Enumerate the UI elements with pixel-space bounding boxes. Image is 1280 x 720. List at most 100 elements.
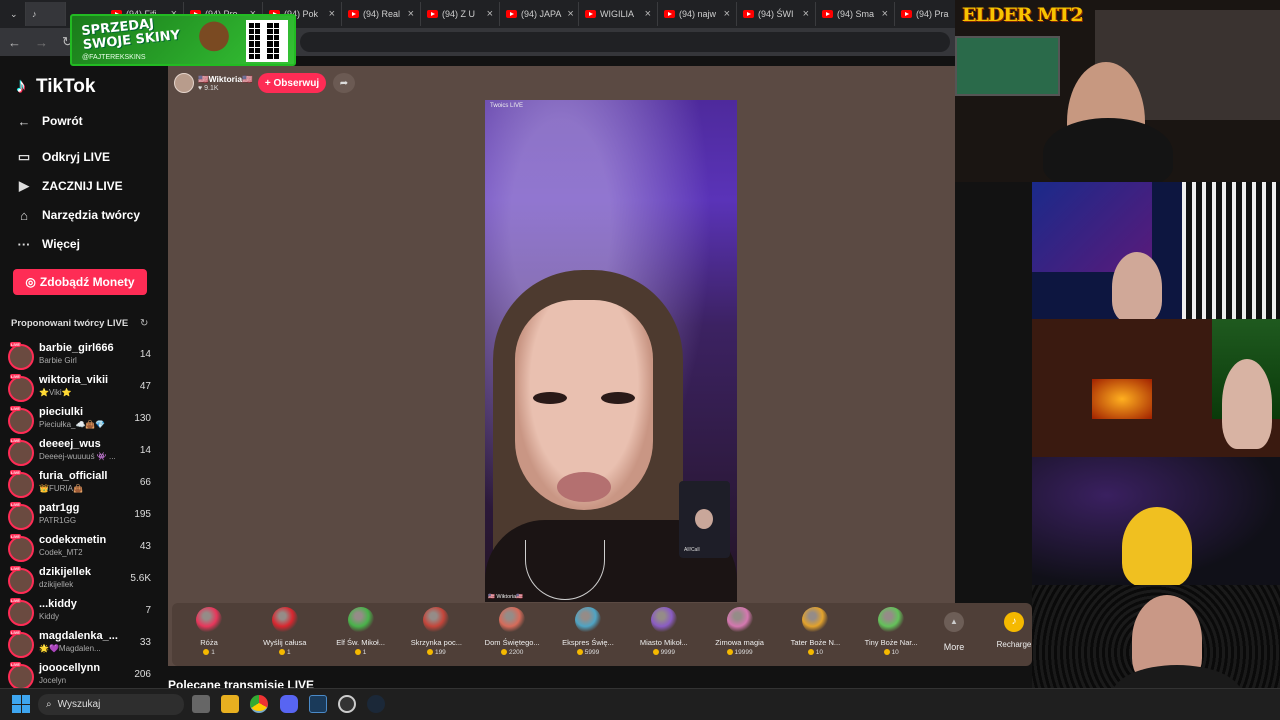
close-icon[interactable]: × xyxy=(323,8,335,20)
back-label: Powrót xyxy=(42,114,83,128)
close-icon[interactable]: × xyxy=(639,8,651,20)
close-icon[interactable]: × xyxy=(402,8,414,20)
browser-tab[interactable]: (94) najw × xyxy=(658,2,737,26)
gift-item[interactable]: Ekspres Świę... 5999 xyxy=(550,605,626,663)
gift-price: 1 xyxy=(323,649,399,656)
youtube-icon xyxy=(901,10,912,18)
browser-tab[interactable]: WIGILIA × xyxy=(579,2,658,26)
gift-item[interactable]: Dom Świętego... 2200 xyxy=(474,605,550,663)
gift-icon xyxy=(726,607,753,633)
gift-price: 19999 xyxy=(702,649,778,656)
browser-tab[interactable]: (94) JAPA × xyxy=(500,2,579,26)
host-avatar[interactable] xyxy=(174,73,194,93)
creator-list-item[interactable]: LIVE deeeej_wus Deeeej-wuuuuś 👾 ... 14 xyxy=(8,438,153,470)
creator-list-item[interactable]: LIVE barbie_girl666 Barbie Girl 14 xyxy=(8,342,153,374)
gift-item[interactable]: Róża 1 xyxy=(171,605,247,663)
promo-dog-image xyxy=(190,18,238,64)
creator-list-item[interactable]: LIVE codekxmetin Codek_MT2 43 xyxy=(8,534,153,566)
task-view-icon[interactable] xyxy=(192,695,210,713)
gift-icon xyxy=(878,607,905,633)
steam-icon[interactable] xyxy=(367,695,385,713)
creator-name: ...kiddy xyxy=(39,598,77,610)
chrome-icon[interactable] xyxy=(250,695,268,713)
tiktok-logo[interactable]: TikTok xyxy=(16,75,96,98)
creator-name: barbie_girl666 xyxy=(39,342,114,354)
windows-start-icon[interactable] xyxy=(12,695,30,713)
gift-item[interactable]: Skrzynka poc... 199 xyxy=(398,605,474,663)
qr-code-icon xyxy=(246,20,288,62)
app-icon[interactable] xyxy=(309,695,327,713)
close-icon[interactable]: × xyxy=(561,8,573,20)
browser-tab-active[interactable]: ♪ xyxy=(26,2,66,26)
creator-list-item[interactable]: LIVE magdalenka_... 🌟💜Magdalen... 33 xyxy=(8,630,153,662)
gift-name: Tiny Boże Nar... xyxy=(864,638,918,647)
recharge-button[interactable]: ♪ Recharge xyxy=(995,612,1033,649)
nav-discover-live[interactable]: ▭ Odkryj LIVE xyxy=(16,146,110,168)
browser-tab[interactable]: (94) ŚWI × xyxy=(737,2,816,26)
viewer-count: 43 xyxy=(139,541,151,552)
forward-arrow-icon[interactable]: → xyxy=(35,35,48,50)
discord-icon[interactable] xyxy=(280,695,298,713)
gift-price: 5999 xyxy=(550,649,626,656)
close-icon[interactable]: × xyxy=(481,8,493,20)
follow-button[interactable]: + Obserwuj xyxy=(258,73,326,93)
creator-subtitle: Codek_MT2 xyxy=(39,548,83,557)
nav-more[interactable]: ··· Więcej xyxy=(16,233,80,255)
creator-list-item[interactable]: LIVE ...kiddy Kiddy 7 xyxy=(8,598,153,630)
obs-icon[interactable] xyxy=(338,695,356,713)
gift-name: Elf Św. Mikoł... xyxy=(336,638,385,647)
live-badge: LIVE xyxy=(10,470,21,475)
creator-avatar: LIVE xyxy=(8,342,34,370)
creator-list-item[interactable]: LIVE dzikijellek dzikijellek 5.6K xyxy=(8,566,153,598)
browser-tab[interactable]: (94) Z U × xyxy=(421,2,500,26)
close-icon[interactable]: × xyxy=(876,8,888,20)
gift-item[interactable]: Tiny Boże Nar... 10 xyxy=(853,605,929,663)
get-coins-label: Zdobądź Monety xyxy=(39,275,135,289)
search-icon: ⌕ xyxy=(46,699,52,710)
creator-list-item[interactable]: LIVE wiktoria_vikii ⭐Viki⭐ 47 xyxy=(8,374,153,406)
nav-go-live[interactable]: ▶ ZACZNIJ LIVE xyxy=(16,175,123,197)
creator-avatar: LIVE xyxy=(8,630,34,658)
creator-list-item[interactable]: LIVE pieciulki Pieciułka_☁️👜💎 130 xyxy=(8,406,153,438)
refresh-icon[interactable]: ↻ xyxy=(140,318,148,329)
tiktok-tab-icon: ♪ xyxy=(32,9,37,19)
url-field[interactable] xyxy=(300,32,950,52)
taskbar-search[interactable]: ⌕ Wyszukaj xyxy=(38,694,184,715)
gift-name: Róża xyxy=(200,638,218,647)
tab-label: (94) Z U xyxy=(442,9,476,19)
suggested-creators-title: Proponowani twórcy LIVE xyxy=(11,318,129,329)
gift-more-button[interactable]: ▲ More xyxy=(940,612,968,660)
creator-list-item[interactable]: LIVE furia_officiall 👑FURIA👜 66 xyxy=(8,470,153,502)
tab-label: (94) Pra xyxy=(916,9,949,19)
taskbar-search-placeholder: Wyszukaj xyxy=(57,699,101,710)
guest-pip-video[interactable]: All!Call xyxy=(679,481,730,558)
back-arrow-icon[interactable]: ← xyxy=(8,35,21,50)
live-badge: LIVE xyxy=(10,374,21,379)
back-link[interactable]: ← Powrót xyxy=(16,110,83,132)
creator-list-item[interactable]: LIVE patr1gg PATR1GG 195 xyxy=(8,502,153,534)
gift-icon xyxy=(347,607,374,633)
close-icon[interactable]: × xyxy=(718,8,730,20)
gift-item[interactable]: Tater Boże N... 10 xyxy=(777,605,853,663)
share-icon[interactable]: ➦ xyxy=(333,73,355,93)
gift-item[interactable]: Miasto Mikoł... 9999 xyxy=(626,605,702,663)
get-coins-button[interactable]: ◎ Zdobądź Monety xyxy=(13,269,147,295)
gift-name: Wyślij całusa xyxy=(263,638,307,647)
browser-tab[interactable]: (94) Real × xyxy=(342,2,421,26)
video-streamer-tag: 🇺🇸 Wiktoria🇺🇸 xyxy=(488,594,524,600)
tab-list-button[interactable]: ⌄ xyxy=(4,2,26,26)
youtube-icon xyxy=(585,10,596,18)
logo-text: TikTok xyxy=(36,76,96,97)
gift-item[interactable]: Zimowa magia 19999 xyxy=(702,605,778,663)
close-icon[interactable]: × xyxy=(797,8,809,20)
gift-item[interactable]: Wyślij całusa 1 xyxy=(247,605,323,663)
viewer-count: 7 xyxy=(145,605,151,616)
creator-name: dzikijellek xyxy=(39,566,91,578)
gift-item[interactable]: Elf Św. Mikoł... 1 xyxy=(323,605,399,663)
browser-tab[interactable]: (94) Sma × xyxy=(816,2,895,26)
nav-creator-tools[interactable]: ⌂ Narzędzia twórcy xyxy=(16,204,140,226)
file-explorer-icon[interactable] xyxy=(221,695,239,713)
viewer-count: 66 xyxy=(139,477,151,488)
nav-go-live-label: ZACZNIJ LIVE xyxy=(42,179,123,193)
creator-name: patr1gg xyxy=(39,502,80,514)
